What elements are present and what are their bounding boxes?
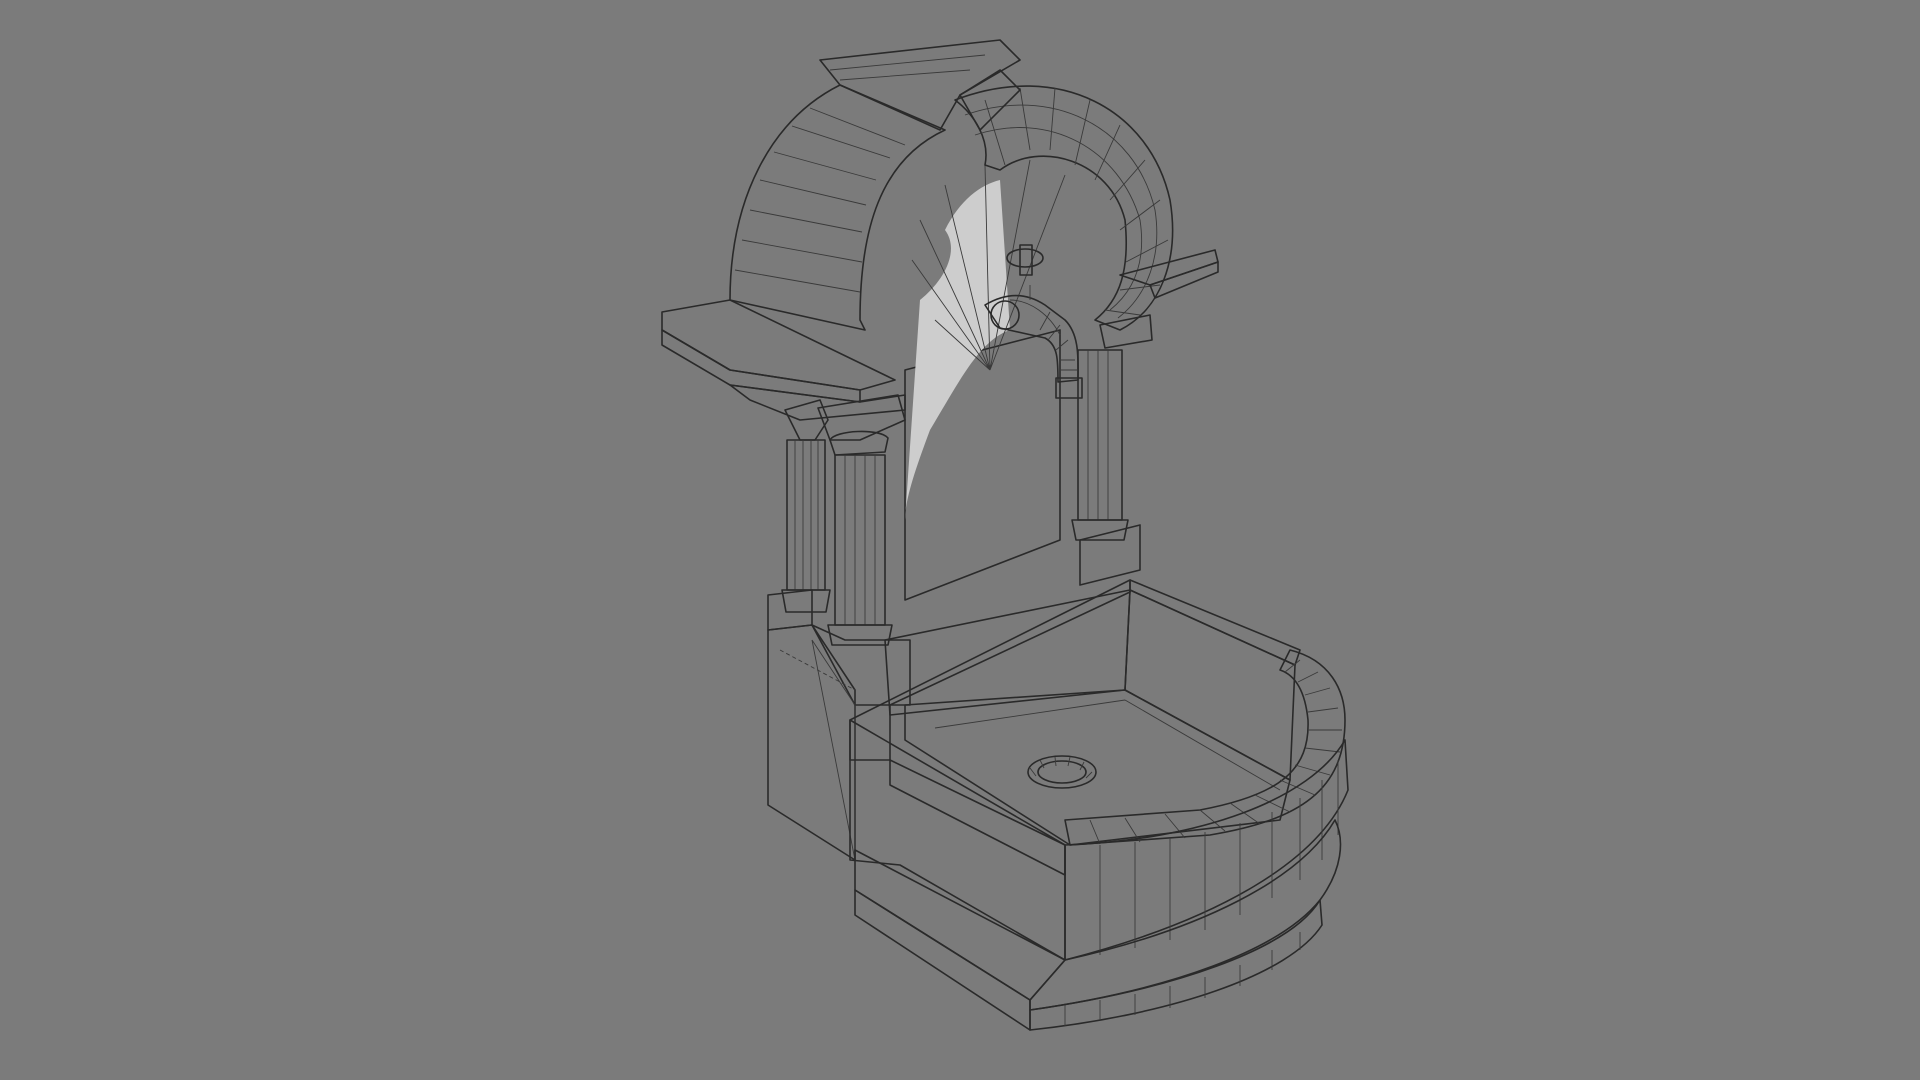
3d-viewport[interactable] bbox=[0, 0, 1920, 1080]
viewport-background bbox=[0, 0, 1920, 1080]
fountain-model-render bbox=[0, 0, 1920, 1080]
